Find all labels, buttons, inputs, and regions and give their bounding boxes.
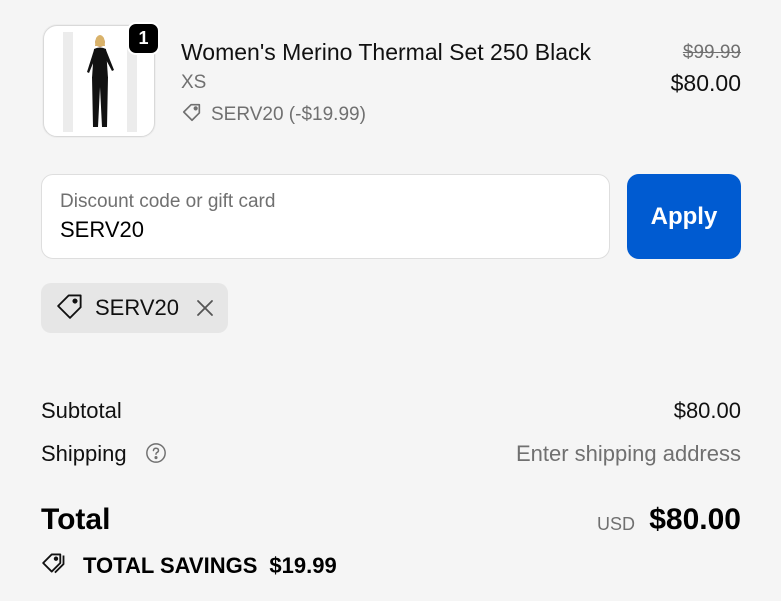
price-final: $80.00: [670, 70, 741, 96]
remove-discount-close-icon[interactable]: [193, 296, 217, 320]
shipping-label: Shipping: [41, 441, 127, 466]
tag-icon: [55, 291, 85, 326]
total-value: $80.00: [649, 503, 741, 536]
product-name: Women's Merino Thermal Set 250 Black: [181, 39, 592, 65]
total-savings: TOTAL SAVINGS $19.99: [41, 550, 337, 582]
total-savings-value: $19.99: [269, 553, 337, 578]
tags-icon: [41, 550, 71, 582]
applied-discount-chip: SERV20: [41, 283, 228, 333]
product-image: [63, 32, 137, 132]
subtotal-value: $80.00: [673, 398, 741, 423]
tag-icon: [181, 101, 203, 129]
subtotal-label: Subtotal: [41, 398, 122, 423]
order-summary: 1 Women's Merino Thermal Set 250 Black X…: [0, 0, 781, 601]
shipping-value: Enter shipping address: [515, 441, 741, 466]
price-original: $99.99: [682, 42, 741, 63]
product-discount-label: SERV20 (-$19.99): [211, 104, 366, 125]
apply-button[interactable]: Apply: [627, 174, 741, 259]
product-variant: XS: [181, 72, 207, 93]
applied-discount-code: SERV20: [95, 295, 179, 320]
discount-input[interactable]: [60, 217, 580, 243]
discount-field[interactable]: Discount code or gift card: [41, 174, 610, 259]
discount-field-label: Discount code or gift card: [60, 191, 276, 212]
help-icon[interactable]: [145, 442, 167, 469]
total-currency: USD: [596, 514, 635, 534]
product-discount: SERV20 (-$19.99): [181, 101, 366, 129]
total-label: Total: [41, 503, 111, 536]
total-savings-label: TOTAL SAVINGS: [83, 553, 258, 578]
quantity-badge: 1: [127, 22, 160, 55]
